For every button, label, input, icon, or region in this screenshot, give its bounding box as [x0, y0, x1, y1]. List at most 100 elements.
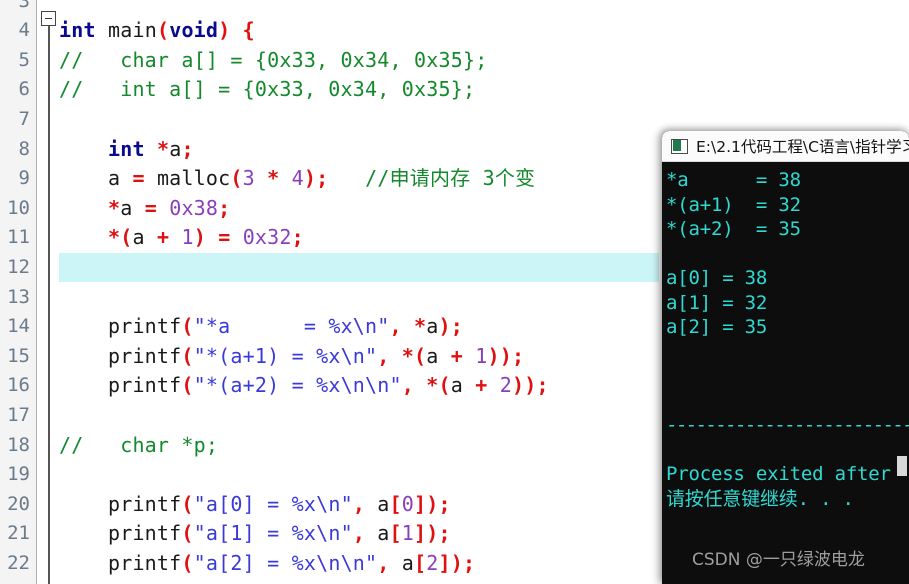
line-number: 19 — [7, 463, 30, 486]
code-token-id — [59, 137, 108, 161]
code-token-id: printf — [59, 521, 182, 546]
code-token-id: a — [132, 225, 157, 250]
code-token-num: 2 — [499, 373, 512, 398]
code-folding-column[interactable] — [38, 0, 59, 584]
line-number: 13 — [7, 285, 30, 308]
code-token-op: * — [156, 136, 170, 161]
code-line[interactable]: // char a[] = {0x33, 0x34, 0x35}; — [59, 46, 909, 76]
line-number: 4 — [18, 19, 30, 42]
code-token-op: , — [352, 491, 366, 516]
code-token-id: a — [426, 314, 439, 339]
code-token-kw: void — [169, 18, 219, 43]
code-token-id — [402, 314, 414, 338]
code-token-op: + — [450, 343, 464, 368]
line-number: 15 — [7, 344, 30, 367]
code-token-id — [390, 344, 402, 368]
code-token-op: )); — [487, 343, 525, 368]
console-output-line: a[1] = 32 — [666, 291, 768, 314]
code-token-id: a — [450, 373, 476, 398]
code-token-id — [230, 18, 242, 42]
code-token-id: printf — [59, 491, 182, 516]
console-output-line: a[2] = 35 — [666, 316, 768, 338]
console-title-bar[interactable]: E:\2.1代码工程\C语言\指针学习 — [662, 131, 909, 162]
current-line-highlight — [59, 252, 659, 283]
code-token-op: ); — [303, 166, 329, 191]
code-token-op: *( — [107, 225, 133, 250]
code-line[interactable]: // int a[] = {0x33, 0x34, 0x35}; — [59, 75, 909, 105]
console-output-line: -------------------------------- — [666, 414, 909, 436]
code-token-id — [157, 196, 169, 220]
console-output-line: a[0] = 38 — [666, 267, 768, 289]
code-token-id — [230, 225, 242, 249]
line-number: 3 — [18, 0, 30, 12]
console-title-text: E:\2.1代码工程\C语言\指针学习 — [696, 138, 909, 156]
code-token-num: 1 — [181, 225, 194, 250]
code-token-cmt: // char *p; — [59, 432, 219, 457]
code-token-num: 2 — [426, 550, 439, 575]
code-token-id: printf — [59, 314, 182, 339]
code-token-id: printf — [59, 550, 182, 575]
code-token-id — [59, 196, 108, 220]
code-token-op: ; — [181, 136, 194, 161]
code-token-str: "a[0] = %x\n" — [193, 491, 353, 516]
code-line[interactable]: int main(void) { — [59, 16, 909, 46]
code-token-id: a — [426, 343, 451, 368]
code-token-id — [206, 225, 218, 249]
code-token-op: *( — [401, 343, 427, 368]
code-token-id — [59, 225, 108, 249]
code-token-id: malloc — [144, 166, 231, 191]
code-token-str: "*(a+2) = %x\n\n" — [193, 373, 402, 398]
line-number-gutter: 3 4 5 6 7 8 9 10 11 12 13 14 15 16 17 18 19 20 21 22 23 — [0, 0, 37, 584]
code-token-num: 1 — [401, 521, 415, 546]
code-token-op: [ — [389, 491, 402, 516]
code-token-op: ( — [181, 314, 194, 339]
code-token-op: ]); — [414, 521, 451, 546]
console-output-line: *a = 38 — [666, 169, 801, 191]
code-token-op: , — [377, 550, 390, 575]
console-output-line: *(a+1) = 32 — [666, 193, 801, 216]
code-token-id — [414, 373, 426, 397]
line-number: 16 — [7, 374, 30, 397]
code-token-id — [169, 225, 181, 249]
fold-collapse-icon[interactable] — [41, 11, 56, 26]
console-output-body[interactable]: *a = 38 *(a+1) = 32 *(a+2) = 35 a[0] = 38 a… — [662, 162, 909, 584]
screenshot-root: 34567891011121314151617181920212223 int … — [0, 0, 909, 584]
code-token-num: 3 — [242, 166, 255, 191]
code-token-cmt: //申请内存 3个变 — [328, 166, 536, 191]
code-token-str: "*(a+1) = %x\n" — [193, 343, 378, 368]
code-token-id — [463, 344, 475, 368]
code-token-str: "a[2] = %x\n\n" — [193, 550, 378, 575]
code-token-id — [488, 373, 500, 397]
code-token-op: ( — [230, 166, 243, 191]
code-token-num: 1 — [475, 343, 488, 368]
console-output-line: *(a+2) = 35 — [666, 218, 801, 240]
code-token-id: printf — [59, 343, 182, 368]
code-token-op: ) — [218, 18, 231, 43]
console-window[interactable]: E:\2.1代码工程\C语言\指针学习 *a = 38 *(a+1) = 32 *(… — [662, 131, 909, 584]
code-token-num: 0x32 — [242, 225, 292, 250]
code-token-id: a — [169, 136, 182, 161]
code-token-str: "a[1] = %x\n" — [193, 521, 353, 546]
line-number: 17 — [7, 403, 30, 426]
code-token-op: = — [132, 166, 145, 191]
code-token-cmt: // int a[] = {0x33, 0x34, 0x35}; — [59, 77, 476, 102]
line-number: 9 — [18, 167, 30, 190]
fold-guide-line — [48, 26, 50, 584]
code-token-id: a — [59, 166, 133, 191]
code-token-op: = — [218, 225, 231, 250]
code-token-op: * — [107, 195, 121, 220]
line-number: 20 — [7, 492, 30, 515]
console-output-line: 请按任意键继续. . . — [666, 487, 854, 510]
code-token-op: ) — [193, 225, 206, 250]
code-token-op: * — [267, 166, 280, 191]
code-token-kw: int — [59, 18, 96, 43]
code-token-op: ( — [181, 343, 194, 368]
code-token-op: ); — [438, 314, 464, 339]
code-token-id — [145, 137, 157, 161]
line-number: 12 — [7, 255, 30, 278]
line-number: 7 — [18, 107, 30, 130]
code-token-op: + — [156, 225, 170, 250]
code-token-op: , — [389, 314, 402, 339]
